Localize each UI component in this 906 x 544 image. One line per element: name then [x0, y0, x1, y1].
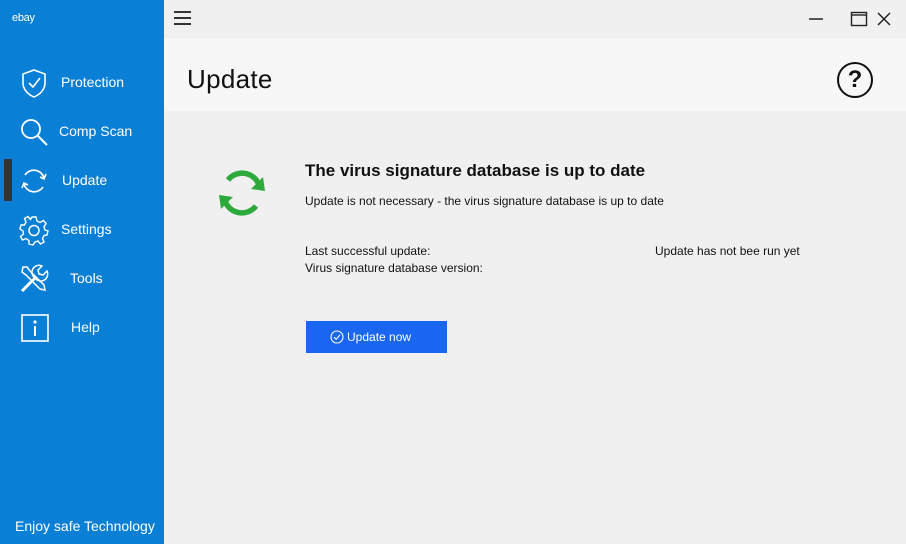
check-circle-icon	[330, 330, 344, 344]
update-now-button[interactable]: Update now	[306, 321, 447, 353]
sidebar-item-label: Update	[62, 172, 108, 188]
status-title: The virus signature database is up to da…	[305, 161, 646, 180]
update-now-label: Update now	[347, 330, 412, 344]
status-subtitle: Update is not necessary - the virus sign…	[305, 194, 664, 208]
page-header: Update ?	[164, 38, 906, 111]
sidebar-item-protection[interactable]: Protection	[0, 59, 164, 105]
sidebar-item-label: Tools	[70, 270, 103, 286]
sidebar-item-label: Protection	[61, 74, 125, 90]
magnifier-icon	[21, 119, 48, 146]
sidebar-item-settings[interactable]: Settings	[0, 206, 164, 252]
sidebar-item-update[interactable]: Update	[0, 157, 164, 203]
db-version-label: Virus signature database version:	[305, 261, 483, 275]
maximize-icon[interactable]	[849, 9, 869, 29]
sidebar-item-help[interactable]: Help	[0, 304, 164, 350]
sidebar-item-label: Settings	[61, 221, 112, 237]
main-content: The virus signature database is up to da…	[164, 111, 906, 544]
sidebar-item-tools[interactable]: Tools	[0, 255, 164, 301]
minimize-icon[interactable]	[806, 9, 826, 29]
question-icon[interactable]: ?	[837, 62, 873, 98]
title-bar	[164, 0, 906, 38]
gear-icon	[19, 215, 49, 246]
wrench-screwdriver-icon	[20, 264, 49, 293]
sidebar: ebay Protection Comp Scan Update Setting…	[0, 0, 164, 544]
last-update-value: Update has not bee run yet	[655, 244, 800, 258]
sidebar-item-comp-scan[interactable]: Comp Scan	[0, 108, 164, 154]
refresh-icon	[21, 169, 47, 193]
active-indicator	[4, 159, 12, 201]
info-icon	[21, 314, 49, 342]
last-update-label: Last successful update:	[305, 244, 431, 258]
sync-icon	[219, 170, 265, 216]
page-title: Update	[187, 64, 273, 94]
close-icon[interactable]	[874, 9, 894, 29]
hamburger-menu-icon[interactable]	[174, 11, 192, 27]
sidebar-item-label: Comp Scan	[59, 123, 133, 139]
sidebar-footer-text: Enjoy safe Technology	[15, 518, 155, 534]
brand-logo: ebay	[12, 12, 35, 24]
shield-check-icon	[22, 69, 46, 98]
sidebar-item-label: Help	[71, 319, 100, 335]
